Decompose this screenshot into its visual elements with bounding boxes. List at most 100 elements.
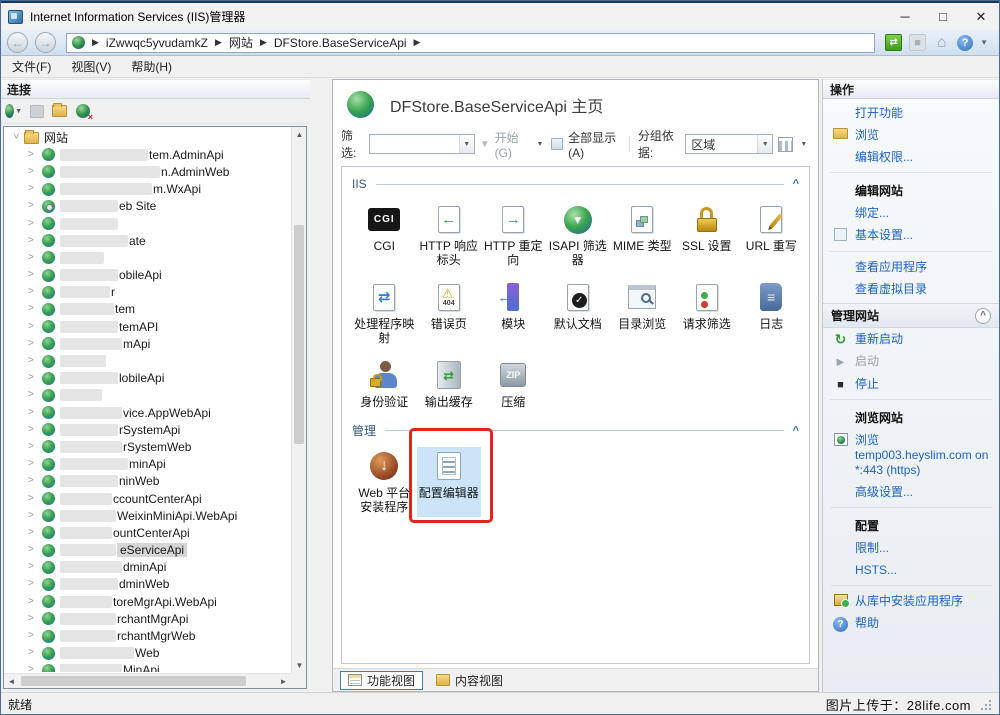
feature-cgi[interactable]: CGICGI — [352, 200, 417, 270]
action-basic-settings[interactable]: 基本设置... — [823, 224, 999, 247]
help-dropdown-icon[interactable]: ▼ — [980, 38, 988, 47]
scroll-down-icon[interactable]: ▼ — [292, 658, 307, 673]
scroll-thumb[interactable] — [21, 676, 246, 686]
tree-site-item[interactable]: >eServiceApi — [6, 542, 290, 559]
tree-site-item[interactable]: >toreMgrApi.WebApi — [6, 593, 290, 610]
tree-site-item[interactable]: >rchantMgrWeb — [6, 627, 290, 644]
tree-site-item[interactable]: >temAPI — [6, 318, 290, 335]
chevron-collapsed-icon[interactable]: > — [28, 562, 38, 572]
action-bindings[interactable]: 绑定... — [823, 202, 999, 224]
tree-site-item[interactable]: >ountCenterApi — [6, 524, 290, 541]
tree-site-item[interactable]: >m.WxApi — [6, 181, 290, 198]
tree-site-item[interactable]: >obileApi — [6, 267, 290, 284]
menu-item-2[interactable]: 帮助(H) — [131, 58, 172, 75]
collapse-group-icon[interactable]: ^ — [793, 425, 799, 437]
tree-site-item[interactable]: >r — [6, 284, 290, 301]
breadcrumb-item[interactable]: DFStore.BaseServiceApi — [274, 36, 407, 50]
breadcrumb[interactable]: ▶iZwwqc5yvudamkZ▶网站▶DFStore.BaseServiceA… — [66, 33, 875, 53]
restart-server-icon[interactable]: ⇄ — [885, 34, 902, 51]
action-limits[interactable]: 限制... — [823, 537, 999, 559]
breadcrumb-item[interactable]: 网站 — [229, 34, 253, 51]
feature-ssl-settings[interactable]: SSL 设置 — [675, 200, 740, 270]
tree-vertical-scrollbar[interactable]: ▲ ▼ — [291, 127, 306, 673]
action-view-virtual-directories[interactable]: 查看虚拟目录 — [823, 278, 999, 300]
chevron-collapsed-icon[interactable]: > — [28, 459, 38, 469]
feature-error-pages[interactable]: ⚠404错误页 — [417, 278, 482, 348]
feature-compression[interactable]: ZIP压缩 — [481, 356, 546, 411]
tree-site-item[interactable]: >ccountCenterApi — [6, 490, 290, 507]
tab-features-view[interactable]: 功能视图 — [340, 671, 423, 690]
chevron-collapsed-icon[interactable]: > — [28, 528, 38, 538]
filter-input[interactable]: ▼ — [369, 134, 475, 154]
action-view-applications[interactable]: 查看应用程序 — [823, 256, 999, 278]
tree-site-item[interactable]: >minApi — [6, 456, 290, 473]
chevron-collapsed-icon[interactable]: > — [28, 270, 38, 280]
chevron-down-icon[interactable]: ▼ — [459, 135, 474, 153]
chevron-collapsed-icon[interactable]: > — [28, 408, 38, 418]
tree-site-item[interactable]: >dminWeb — [6, 576, 290, 593]
tree-site-item[interactable]: >rSystemApi — [6, 421, 290, 438]
chevron-collapsed-icon[interactable]: > — [28, 219, 38, 229]
tree-site-item[interactable]: > — [6, 249, 290, 266]
chevron-down-icon[interactable]: ▼ — [757, 135, 772, 153]
tree-site-item[interactable]: >dminApi — [6, 559, 290, 576]
tree-root-item[interactable]: >网站 — [6, 129, 290, 146]
chevron-collapsed-icon[interactable]: > — [28, 476, 38, 486]
chevron-collapsed-icon[interactable]: > — [28, 631, 38, 641]
scroll-right-icon[interactable]: ► — [276, 674, 291, 689]
scroll-thumb[interactable] — [294, 225, 304, 443]
chevron-collapsed-icon[interactable]: > — [28, 545, 38, 555]
scroll-left-icon[interactable]: ◄ — [4, 674, 19, 689]
chevron-expanded-icon[interactable]: > — [10, 133, 20, 143]
chevron-collapsed-icon[interactable]: > — [28, 373, 38, 383]
tree-horizontal-scrollbar[interactable]: ◄ ► — [4, 673, 291, 688]
feature-isapi-filters[interactable]: ▼ISAPI 筛选器 — [546, 200, 611, 270]
chevron-collapsed-icon[interactable]: > — [28, 287, 38, 297]
feature-url-rewrite[interactable]: URL 重写 — [739, 200, 804, 270]
feature-web-platform-installer[interactable]: ↓Web 平台安装程序 — [352, 447, 417, 517]
tree-site-item[interactable]: >tem.AdminApi — [6, 146, 290, 163]
chevron-collapsed-icon[interactable]: > — [28, 167, 38, 177]
breadcrumb-item[interactable]: iZwwqc5yvudamkZ — [106, 36, 208, 50]
tree-site-item[interactable]: >mApi — [6, 335, 290, 352]
tree-site-item[interactable]: > — [6, 215, 290, 232]
close-button[interactable]: ✕ — [962, 3, 1000, 30]
chevron-collapsed-icon[interactable]: > — [28, 614, 38, 624]
view-dropdown-icon[interactable]: ▼ — [798, 127, 810, 161]
action-hsts[interactable]: HSTS... — [823, 559, 999, 581]
feature-http-response-headers[interactable]: ←HTTP 响应标头 — [417, 200, 482, 270]
feature-request-filtering[interactable]: 请求筛选 — [675, 278, 740, 348]
up-level-icon[interactable] — [51, 103, 68, 119]
feature-modules[interactable]: ←模块 — [481, 278, 546, 348]
feature-handler-mappings[interactable]: ⇄处理程序映射 — [352, 278, 417, 348]
chevron-collapsed-icon[interactable]: > — [28, 236, 38, 246]
tree-site-item[interactable]: >vice.AppWebApi — [6, 404, 290, 421]
create-connection-icon[interactable]: ▼ — [5, 103, 22, 119]
minimize-button[interactable]: ─ — [886, 3, 924, 30]
chevron-collapsed-icon[interactable]: > — [28, 648, 38, 658]
chevron-collapsed-icon[interactable]: > — [28, 390, 38, 400]
tree-site-item[interactable]: >Web — [6, 645, 290, 662]
tree-site-item[interactable]: >MinApi — [6, 662, 290, 672]
action-help[interactable]: ?帮助 — [823, 612, 999, 635]
feature-configuration-editor[interactable]: 配置编辑器 — [417, 447, 482, 517]
feature-output-caching[interactable]: ⇄输出缓存 — [417, 356, 482, 411]
action-advanced-settings[interactable]: 高级设置... — [823, 481, 999, 503]
tree-site-item[interactable]: >WeixinMiniApi.WebApi — [6, 507, 290, 524]
collapse-group-icon[interactable]: ^ — [793, 178, 799, 190]
feature-mime-types[interactable]: MIME 类型 — [610, 200, 675, 270]
action-restart[interactable]: ↻重新启动 — [823, 328, 999, 350]
action-open-feature[interactable]: 打开功能 — [823, 102, 999, 124]
chevron-collapsed-icon[interactable]: > — [28, 150, 38, 160]
chevron-collapsed-icon[interactable]: > — [28, 442, 38, 452]
feature-directory-browsing[interactable]: 目录浏览 — [610, 278, 675, 348]
feature-default-document[interactable]: ✓默认文档 — [546, 278, 611, 348]
action-browse[interactable]: 浏览 — [823, 124, 999, 146]
group-by-select[interactable]: 区域▼ — [685, 134, 773, 154]
feature-http-redirect[interactable]: →HTTP 重定向 — [481, 200, 546, 270]
chevron-collapsed-icon[interactable]: > — [28, 184, 38, 194]
tree-site-item[interactable]: >tem — [6, 301, 290, 318]
home-icon[interactable]: ⌂ — [933, 34, 950, 51]
tree-site-item[interactable]: >ate — [6, 232, 290, 249]
scroll-up-icon[interactable]: ▲ — [292, 127, 307, 142]
